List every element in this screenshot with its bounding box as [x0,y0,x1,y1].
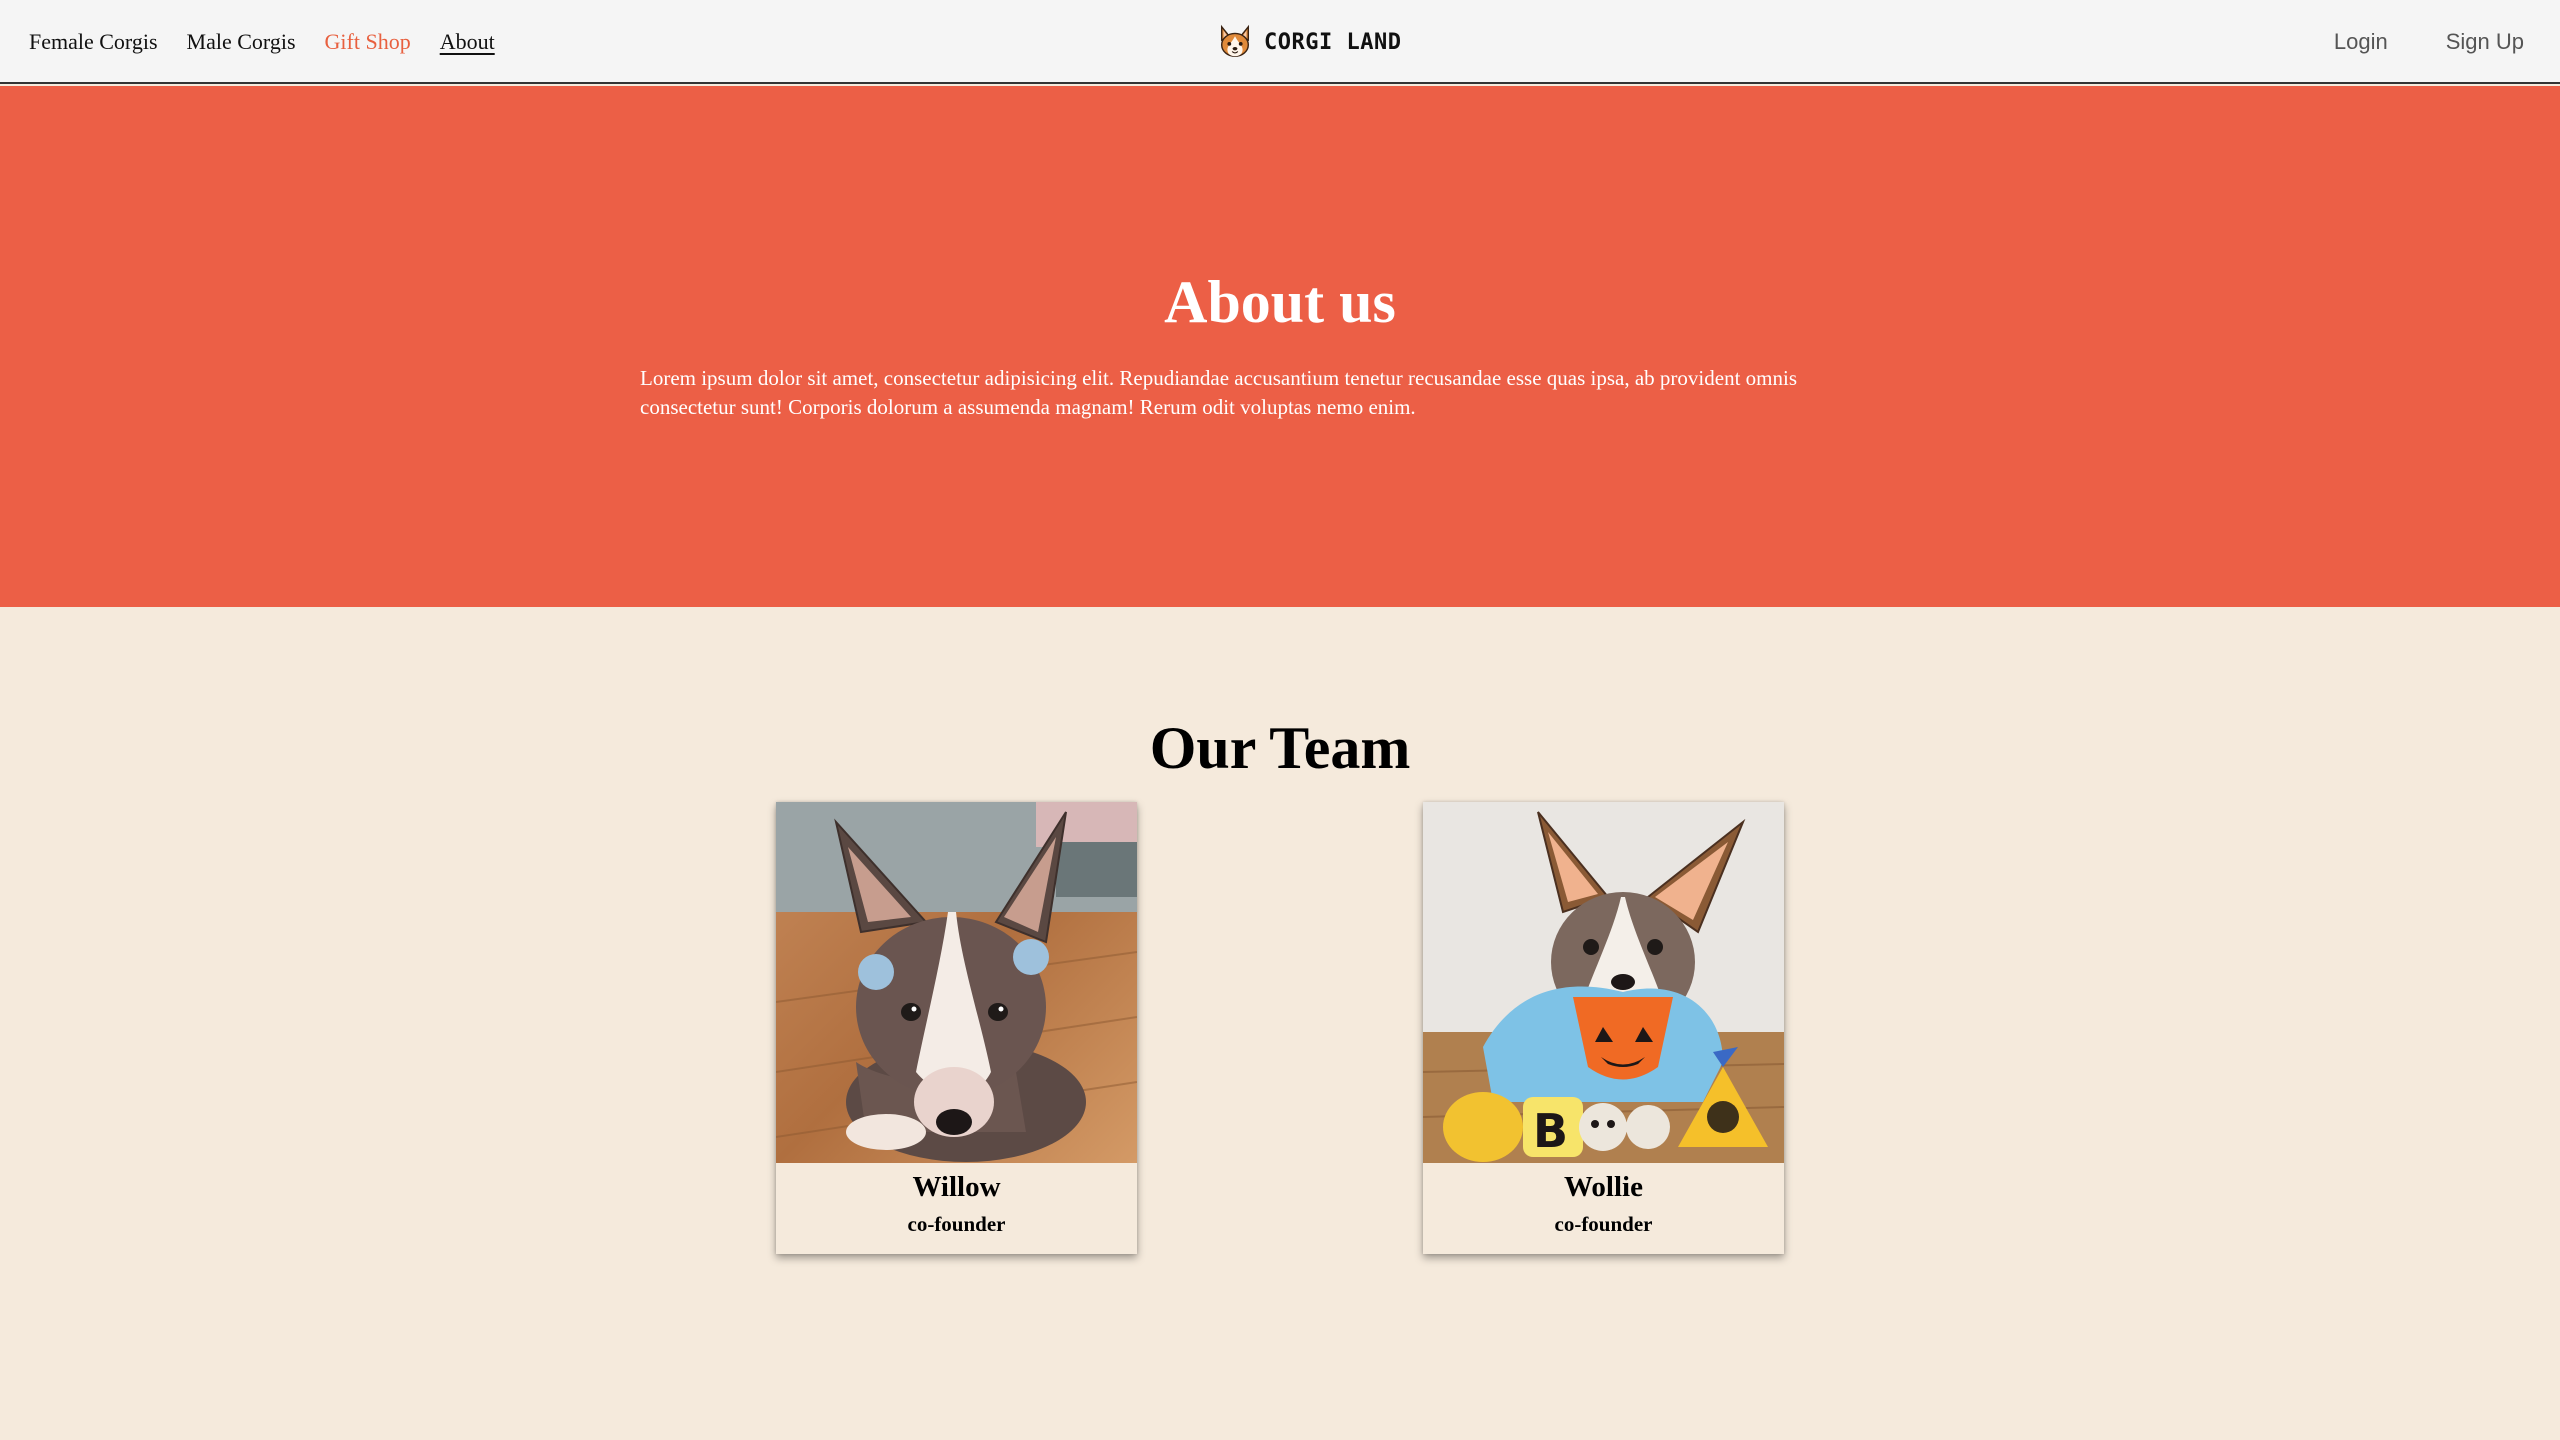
nav-link-gift-shop[interactable]: Gift Shop [325,29,411,55]
auth-links: Login Sign Up [2276,0,2524,84]
nav-link-female-corgis[interactable]: Female Corgis [29,29,158,55]
brand-name: CORGI LAND [1264,29,1402,55]
navbar: Female Corgis Male Corgis Gift Shop Abou… [0,0,2560,84]
nav-link-male-corgis[interactable]: Male Corgis [187,29,296,55]
team-member-name: Wollie [1564,1171,1643,1203]
about-hero: About us Lorem ipsum dolor sit amet, con… [0,86,2560,607]
wollie-photo: B [1423,802,1784,1163]
willow-photo [776,802,1137,1163]
about-title: About us [1164,269,1396,335]
team-member-name: Willow [912,1171,1001,1203]
about-description: Lorem ipsum dolor sit amet, consectetur … [640,366,1797,419]
login-link[interactable]: Login [2334,29,2388,55]
team-member-role: co-founder [907,1212,1006,1236]
team-title: Our Team [1149,715,1411,781]
team-member-role: co-founder [1554,1212,1653,1236]
nav-link-about[interactable]: About [440,29,495,55]
corgi-face-icon [1220,24,1250,57]
svg-text:B: B [1533,1104,1568,1158]
team-card-willow: Willow co-founder [776,802,1137,1254]
team-card-wollie: B Wollie co-founder [1423,802,1784,1254]
brand-logo[interactable]: CORGI LAND [1216,0,1401,84]
signup-link[interactable]: Sign Up [2446,29,2524,55]
nav-links: Female Corgis Male Corgis Gift Shop Abou… [29,0,524,84]
